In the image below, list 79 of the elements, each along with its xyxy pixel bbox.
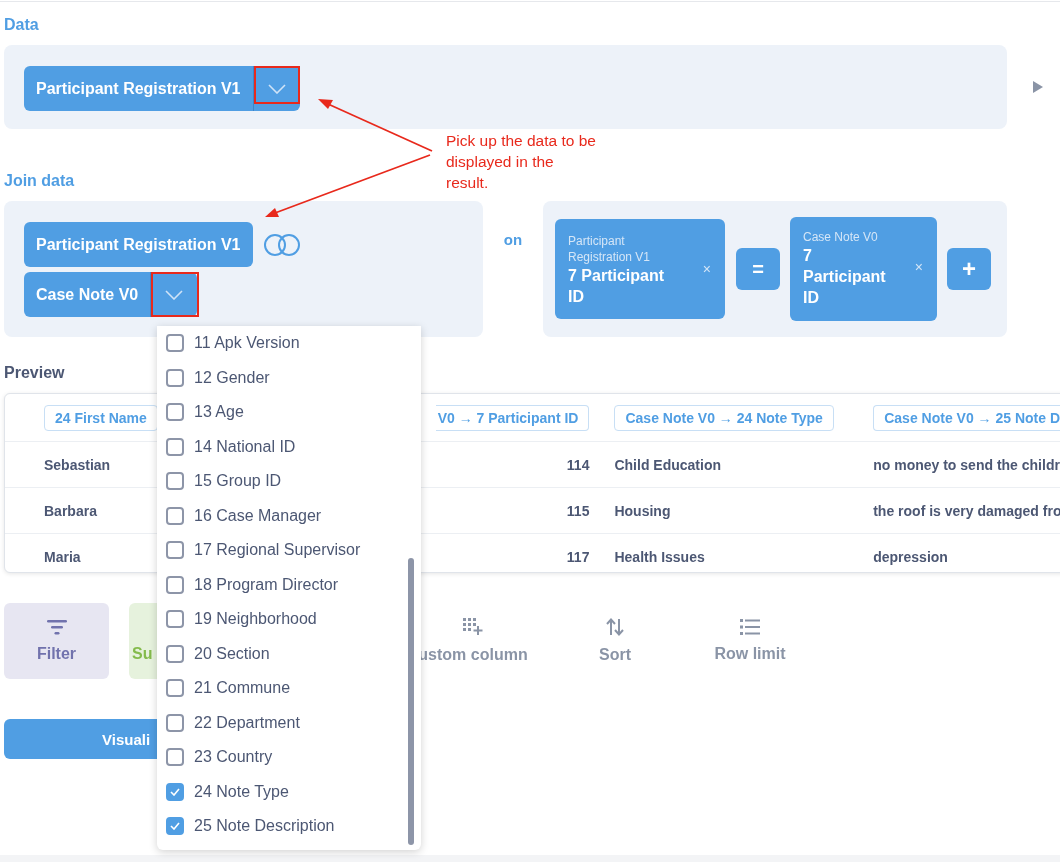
checkbox[interactable] bbox=[166, 368, 184, 387]
table-name: Case Note V0 bbox=[803, 229, 878, 245]
column-option[interactable]: 21 Commune bbox=[157, 671, 291, 706]
checkbox[interactable] bbox=[166, 713, 184, 732]
column-option[interactable]: 15 Group ID bbox=[157, 464, 282, 499]
column-option[interactable]: 18 Program Director bbox=[157, 567, 339, 602]
filter-icon bbox=[46, 619, 67, 635]
remove-button[interactable]: × bbox=[702, 261, 711, 277]
action-button[interactable]: Row limit bbox=[700, 603, 800, 679]
action-button[interactable]: Sort bbox=[575, 603, 655, 679]
join-icon[interactable] bbox=[262, 232, 301, 257]
section-title: Data bbox=[4, 15, 39, 35]
checkbox[interactable] bbox=[166, 575, 184, 594]
sort-icon bbox=[605, 618, 625, 636]
column-option[interactable]: 20 Section bbox=[157, 636, 270, 671]
operator-button[interactable]: = bbox=[736, 248, 780, 290]
check-icon bbox=[170, 787, 180, 796]
annotation-text: Pick up the data to be displayed in the result. bbox=[446, 131, 596, 193]
column-option[interactable]: 23 Country bbox=[157, 740, 273, 775]
join-field-card[interactable]: Participant Registration V1 7 Participant ID × bbox=[555, 219, 725, 319]
section-title: Preview bbox=[4, 363, 65, 383]
table-name: Participant Registration V1 bbox=[568, 233, 652, 265]
column-option[interactable]: 22 Department bbox=[157, 705, 300, 740]
add-button[interactable]: + bbox=[947, 248, 991, 290]
checkbox[interactable] bbox=[166, 610, 184, 629]
chevron-down-icon bbox=[165, 289, 184, 300]
list-icon bbox=[740, 619, 760, 635]
column-option[interactable]: 25 Note Description bbox=[157, 809, 335, 844]
table-cell: depression bbox=[873, 548, 948, 565]
table-cell: Housing bbox=[614, 502, 671, 519]
column-option[interactable]: 19 Neighborhood bbox=[157, 602, 317, 637]
checkbox[interactable] bbox=[166, 644, 184, 663]
data-source-button[interactable]: Participant Registration V1 bbox=[24, 66, 254, 111]
checkbox[interactable] bbox=[166, 541, 184, 560]
check-icon bbox=[170, 822, 180, 831]
checkbox[interactable] bbox=[166, 437, 184, 456]
checkbox[interactable] bbox=[166, 472, 184, 491]
field-name: 7 Participant ID bbox=[568, 266, 666, 307]
column-option[interactable]: 16 Case Manager bbox=[157, 498, 322, 533]
field-name: 7 Participant ID bbox=[803, 246, 887, 308]
on-label: on bbox=[503, 231, 523, 248]
section-title: Join data bbox=[4, 171, 75, 191]
checkbox[interactable] bbox=[166, 506, 184, 525]
data-source-button[interactable]: Participant Registration V1 bbox=[24, 222, 253, 267]
table-cell: 114 bbox=[566, 456, 590, 473]
checkbox[interactable] bbox=[166, 334, 184, 353]
visualize-button[interactable]: Visuali bbox=[4, 719, 157, 759]
column-option[interactable]: 11 Apk Version bbox=[157, 326, 300, 361]
table-cell: Maria bbox=[44, 548, 81, 565]
scrollbar[interactable] bbox=[408, 558, 414, 845]
table-cell: 117 bbox=[566, 548, 590, 565]
highlight-box bbox=[151, 272, 200, 317]
column-option[interactable]: 13 Age bbox=[157, 395, 244, 430]
checkbox[interactable] bbox=[166, 679, 184, 698]
join-field-card[interactable]: Case Note V0 7 Participant ID × bbox=[790, 217, 937, 321]
remove-button[interactable]: × bbox=[914, 259, 923, 275]
column-header[interactable]: Case Note V0 → 25 Note D bbox=[873, 404, 1060, 431]
table-cell: 115 bbox=[566, 502, 590, 519]
table-cell: Health Issues bbox=[614, 548, 705, 565]
column-option[interactable]: 17 Regional Supervisor bbox=[157, 533, 361, 568]
table-cell: Child Education bbox=[614, 456, 721, 473]
checkbox[interactable] bbox=[166, 817, 184, 836]
grid-plus-icon bbox=[463, 618, 483, 636]
data-source-button[interactable]: Case Note V0 bbox=[24, 272, 152, 317]
column-option[interactable]: 24 Note Type bbox=[157, 774, 289, 809]
column-option[interactable]: 12 Gender bbox=[157, 360, 270, 395]
column-header[interactable]: Case Note V0 → 24 Note Type bbox=[614, 404, 834, 431]
table-cell: Barbara bbox=[44, 502, 97, 519]
action-button[interactable]: Filter bbox=[4, 603, 109, 679]
table-cell: no money to send the childr bbox=[873, 456, 1060, 473]
column-option[interactable]: 14 National ID bbox=[157, 429, 296, 464]
chevron-down-icon bbox=[267, 83, 286, 94]
highlight-box bbox=[253, 66, 300, 104]
checkbox[interactable] bbox=[166, 748, 184, 767]
column-header[interactable]: V0 → 7 Participant ID bbox=[435, 404, 590, 431]
table-cell: Sebastian bbox=[44, 456, 111, 473]
checkbox[interactable] bbox=[166, 403, 184, 422]
play-icon[interactable] bbox=[1033, 81, 1043, 93]
checkbox[interactable] bbox=[166, 782, 184, 801]
